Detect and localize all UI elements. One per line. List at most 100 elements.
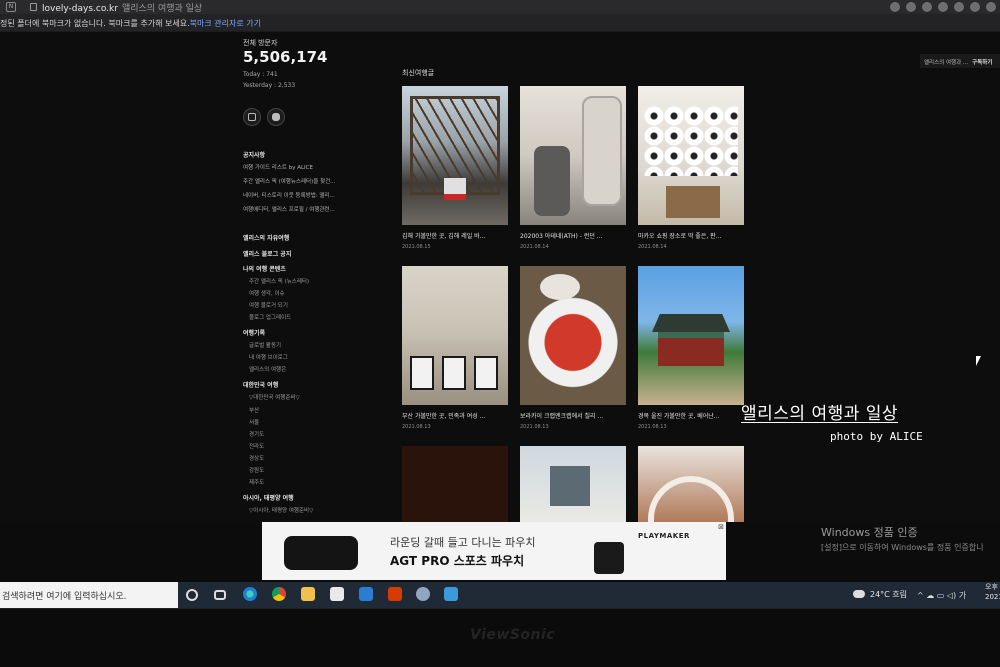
category-subitem[interactable]: 제주도 [243, 478, 264, 486]
app-icon[interactable] [416, 587, 430, 601]
post-title[interactable]: 부산 가볼만한 곳, 민족과 여성 ... [402, 411, 508, 420]
bookmark-notice-text: 정된 폴더에 북마크가 없습니다. 북마크를 추가해 보세요. [0, 19, 190, 28]
store-icon[interactable] [330, 587, 344, 601]
taskbar-search-input[interactable]: 검색하려면 여기에 입력하십시오. [0, 582, 178, 608]
notice-heading: 공지사항 [243, 152, 266, 159]
zoom-icon[interactable] [890, 2, 900, 12]
pouch-image [284, 536, 358, 570]
notice-item[interactable]: 주간 앨리스 픽 (여행뉴스레터)을 찾건... [243, 177, 335, 185]
file-explorer-icon[interactable] [301, 587, 315, 601]
category-subitem[interactable]: 여행 생각, 이슈 [243, 289, 285, 297]
post-card[interactable]: 보라카이 크랩엔크랩에서 칠리 ... 2021.08.13 [520, 266, 626, 430]
weather-widget[interactable]: 24°C 흐림 [870, 589, 907, 600]
office-icon[interactable] [388, 587, 402, 601]
post-thumbnail[interactable] [402, 266, 508, 405]
post-thumbnail[interactable] [638, 266, 744, 405]
visitor-today: Today : 741 [243, 71, 278, 78]
post-title[interactable]: 마카오 쇼핑 장소로 딱 좋은, 판... [638, 231, 744, 240]
category-item[interactable]: 앨리스의 자유여행 [243, 233, 289, 242]
cast-icon[interactable] [938, 2, 948, 12]
post-card[interactable]: 202003 아테네(ATH) - 런던 ... 2021.08.14 [520, 86, 626, 250]
post-title[interactable]: 보라카이 크랩엔크랩에서 칠리 ... [520, 411, 626, 420]
category-subitem[interactable]: 글로벌 활동기 [243, 341, 281, 349]
post-title[interactable]: 202003 아테네(ATH) - 런던 ... [520, 231, 626, 240]
ad-banner[interactable]: ⊠ 라운딩 갈때 들고 다니는 파우치 AGT PRO 스포츠 파우치 PLAY… [262, 522, 726, 580]
app-icon[interactable] [444, 587, 458, 601]
instagram-icon[interactable] [243, 108, 261, 126]
category-subitem[interactable]: 서울 [243, 418, 259, 426]
category-subitem[interactable]: 앨리스의 여행은 [243, 365, 286, 373]
system-tray[interactable]: ^ ☁ ▭ ◁) 가 [917, 590, 966, 601]
subscribe-bar: 앨리스의 여행과 ... 구독하기 [920, 54, 1000, 68]
edge-icon[interactable] [243, 587, 257, 601]
blog-name: 앨리스의 여행과 ... [924, 60, 969, 66]
visitor-label: 전체 방문자 [243, 39, 278, 47]
menu-icon[interactable] [986, 2, 996, 12]
post-date: 2021.08.13 [520, 424, 549, 430]
post-card[interactable]: 경복 울진 가볼만한 곳, 베어난... 2021.08.13 [638, 266, 744, 430]
visitor-yesterday: Yesterday : 2,533 [243, 82, 296, 89]
cortana-icon[interactable] [186, 589, 198, 601]
post-title[interactable]: 경복 울진 가볼만한 곳, 베어난... [638, 411, 744, 420]
notice-item[interactable]: 여행 가이드 리스트 by ALICE [243, 163, 313, 171]
social-links [243, 108, 285, 126]
category-subitem[interactable]: 경기도 [243, 430, 264, 438]
category-item[interactable]: 아시아, 태평양 여행 [243, 493, 294, 502]
ad-headline: 라운딩 갈때 들고 다니는 파우치 [390, 536, 536, 549]
category-subitem[interactable]: 부산 [243, 406, 259, 414]
address-field[interactable]: lovely-days.co.kr 앨리스의 여행과 일상 [42, 1, 202, 14]
category-item[interactable]: 앨리스 블로그 공지 [243, 249, 291, 258]
post-date: 2021.08.14 [638, 244, 667, 250]
category-subitem[interactable]: ▽대한민국 여행준비▽ [243, 393, 300, 401]
taskbar: 검색하려면 여기에 입력하십시오. 24°C 흐림 ^ ☁ ▭ ◁) 가 오후 … [0, 582, 1000, 608]
subscribe-button[interactable]: 구독하기 [972, 60, 992, 66]
post-thumbnail[interactable] [520, 446, 626, 522]
category-item[interactable]: 여행기록 [243, 328, 265, 337]
post-card[interactable] [638, 446, 744, 522]
youtube-icon[interactable] [267, 108, 285, 126]
task-view-icon[interactable] [214, 590, 226, 600]
chrome-icon[interactable] [272, 587, 286, 601]
notice-section: 공지사항 [243, 150, 265, 159]
category-subitem[interactable]: ▽아시아, 태평양 여행준비▽ [243, 506, 313, 514]
browser-toolbar-icons [890, 2, 996, 12]
bookmark-bar: 정된 폴더에 북마크가 없습니다. 북마크를 추가해 보세요.북마크 관리자로 … [0, 14, 1000, 32]
category-item[interactable]: 대한민국 여행 [243, 380, 278, 389]
kit-image [594, 542, 624, 574]
category-subitem[interactable]: 전라도 [243, 442, 264, 450]
post-thumbnail[interactable] [638, 86, 744, 225]
post-thumbnail[interactable] [402, 446, 508, 522]
category-item[interactable]: 나의 여행 콘텐츠 [243, 264, 286, 273]
post-thumbnail[interactable] [638, 446, 744, 522]
activation-title: Windows 정품 인증 [821, 526, 918, 539]
shield-icon[interactable] [906, 2, 916, 12]
post-title[interactable]: 김해 가볼만한 곳, 김해 레일 바... [402, 231, 508, 240]
category-subitem[interactable]: 강원도 [243, 466, 264, 474]
category-subitem[interactable]: 내 여행 브이로그 [243, 353, 288, 361]
category-subitem[interactable]: 블로그 업그레이드 [243, 313, 291, 321]
bookmark-manager-link[interactable]: 북마크 관리자로 가기 [190, 19, 261, 28]
post-card[interactable] [402, 446, 508, 522]
notice-item[interactable]: 여행에디터, 앨리스 프로필 / 여행관련... [243, 205, 335, 213]
category-subitem[interactable]: 주간 앨리스 픽 (뉴스레터) [243, 277, 309, 285]
extension-icon[interactable] [970, 2, 980, 12]
star-icon[interactable] [922, 2, 932, 12]
post-card[interactable]: 김해 가볼만한 곳, 김해 레일 바... 2021.08.15 [402, 86, 508, 250]
download-icon[interactable] [954, 2, 964, 12]
category-subitem[interactable]: 경상도 [243, 454, 264, 462]
category-subitem[interactable]: 여행 블로거 되기 [243, 301, 288, 309]
ad-close-icon[interactable]: ⊠ [718, 523, 724, 531]
post-card[interactable]: 부산 가볼만한 곳, 민족과 여성 ... 2021.08.13 [402, 266, 508, 430]
post-thumbnail[interactable] [402, 86, 508, 225]
photo-credit: photo by ALICE [830, 430, 923, 443]
clock[interactable]: 오후 2021 [985, 582, 1000, 602]
tab-title: 앨리스의 여행과 일상 [121, 4, 203, 14]
post-thumbnail[interactable] [520, 266, 626, 405]
url-domain: lovely-days.co.kr [42, 4, 118, 14]
mail-icon[interactable] [359, 587, 373, 601]
post-card[interactable] [520, 446, 626, 522]
monitor-brand-logo: ViewSonic [470, 627, 556, 643]
post-thumbnail[interactable] [520, 86, 626, 225]
post-card[interactable]: 마카오 쇼핑 장소로 딱 좋은, 판... 2021.08.14 [638, 86, 744, 250]
notice-item[interactable]: 네이버, 티스토리 이웃 등록방법: 앨리... [243, 191, 335, 199]
